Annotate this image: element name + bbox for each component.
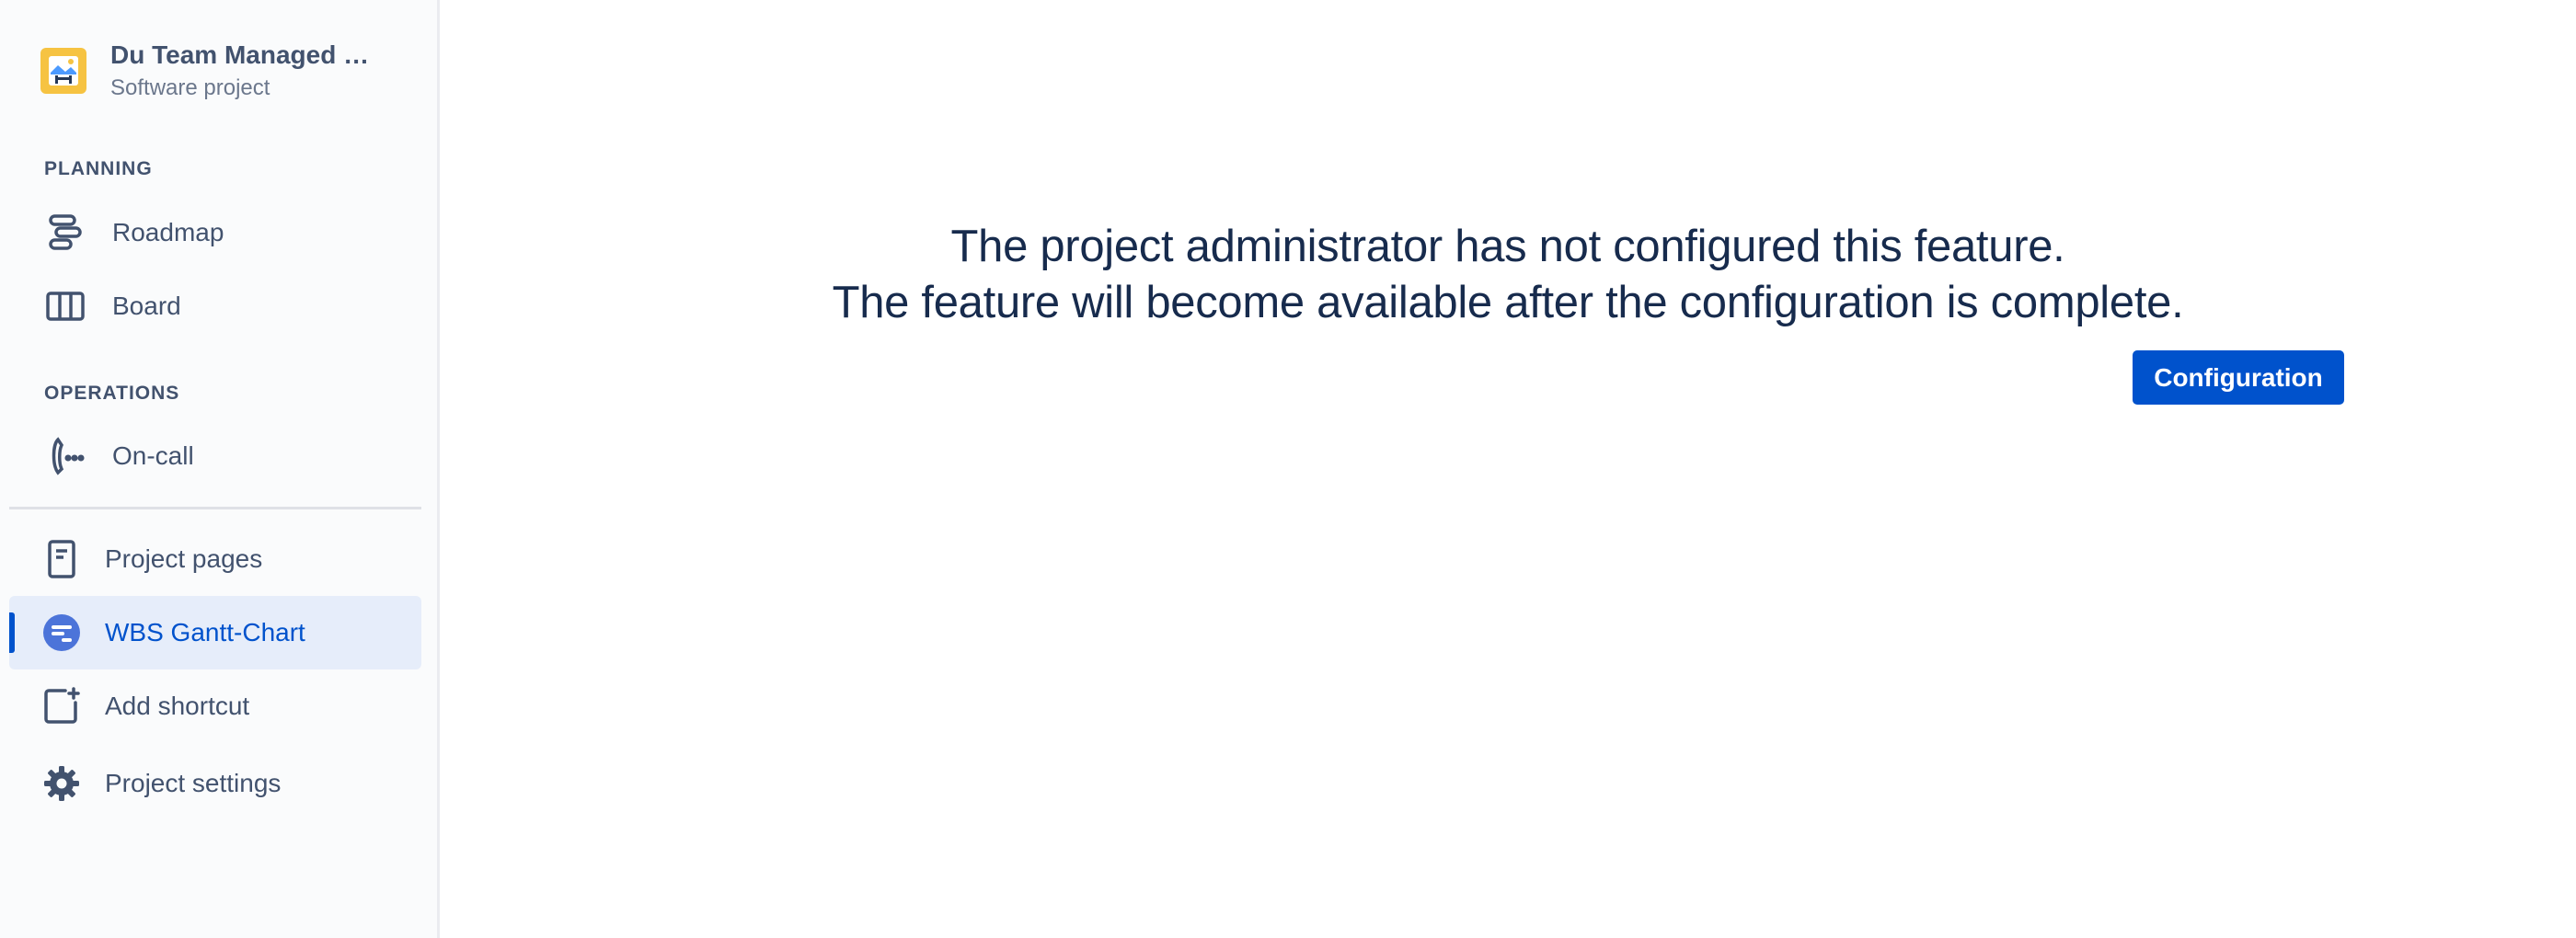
project-avatar	[40, 48, 86, 94]
sidebar-item-roadmap[interactable]: Roadmap	[9, 196, 421, 269]
sidebar-item-label: Project pages	[105, 544, 263, 573]
feature-not-configured-message: The project administrator has not config…	[440, 219, 2576, 331]
message-line-2: The feature will become available after …	[832, 278, 2184, 327]
on-call-icon	[42, 433, 88, 479]
gantt-icon	[39, 610, 85, 656]
app-window: Du Team Managed Kanban Software project …	[0, 0, 2576, 938]
sidebar-item-project-pages[interactable]: Project pages	[9, 522, 421, 596]
roadmap-icon	[42, 210, 88, 256]
add-shortcut-icon	[39, 683, 85, 729]
section-title-planning: PLANNING	[44, 158, 153, 179]
configuration-button[interactable]: Configuration	[2133, 350, 2344, 405]
sidebar: Du Team Managed Kanban Software project …	[0, 0, 440, 938]
section-title-operations: OPERATIONS	[44, 383, 180, 404]
sidebar-item-project-settings[interactable]: Project settings	[9, 747, 421, 820]
sidebar-item-wbs-gantt-chart[interactable]: WBS Gantt-Chart	[9, 596, 421, 669]
sidebar-divider	[9, 507, 421, 509]
sidebar-item-label: Add shortcut	[105, 692, 250, 720]
sidebar-item-add-shortcut[interactable]: Add shortcut	[9, 669, 421, 743]
project-type: Software project	[110, 75, 270, 100]
sidebar-item-label: Roadmap	[112, 218, 224, 246]
project-header[interactable]: Du Team Managed Kanban Software project	[40, 40, 386, 101]
sidebar-item-board[interactable]: Board	[9, 269, 421, 343]
sidebar-item-label: WBS Gantt-Chart	[105, 618, 305, 646]
sidebar-item-label: Project settings	[105, 769, 282, 797]
sidebar-item-on-call[interactable]: On-call	[9, 419, 421, 493]
sidebar-item-label: Board	[112, 292, 181, 320]
sidebar-item-label: On-call	[112, 441, 194, 470]
message-line-1: The project administrator has not config…	[950, 222, 2065, 271]
page-icon	[39, 536, 85, 582]
gear-icon	[39, 761, 85, 806]
board-icon	[42, 283, 88, 329]
active-indicator	[9, 612, 15, 653]
project-name: Du Team Managed Kanban	[110, 40, 386, 69]
main-content: The project administrator has not config…	[440, 0, 2576, 938]
